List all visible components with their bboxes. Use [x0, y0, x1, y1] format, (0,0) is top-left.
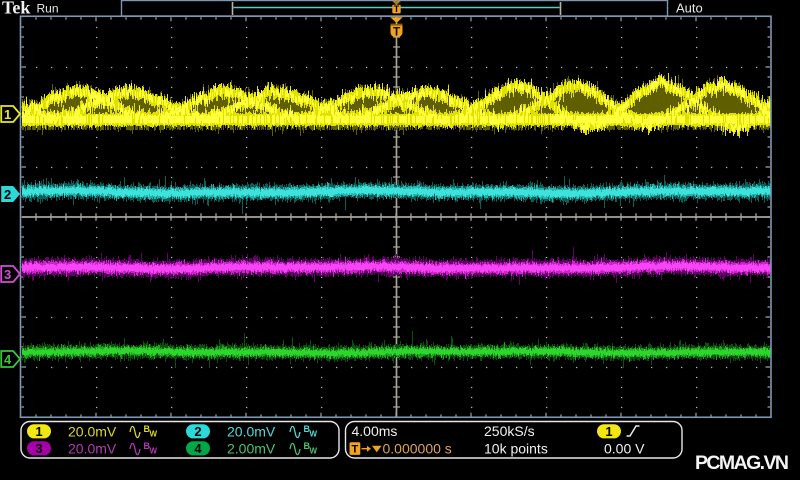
svg-text:T: T [393, 25, 401, 39]
svg-text:1: 1 [605, 424, 612, 439]
svg-text:W: W [310, 430, 318, 439]
svg-text:0.000000 s: 0.000000 s [383, 440, 452, 456]
svg-text:Auto: Auto [676, 1, 703, 16]
svg-text:20.0mV: 20.0mV [227, 423, 276, 439]
svg-text:1: 1 [35, 424, 42, 439]
svg-text:W: W [150, 447, 158, 456]
svg-text:20.0mV: 20.0mV [68, 440, 117, 456]
svg-text:2: 2 [194, 424, 201, 439]
svg-text:Run: Run [37, 2, 59, 16]
svg-text:2.00mV: 2.00mV [227, 440, 276, 456]
svg-text:10k points: 10k points [484, 440, 548, 456]
svg-text:3: 3 [35, 441, 42, 456]
svg-text:Tek: Tek [2, 0, 30, 18]
svg-text:250kS/s: 250kS/s [484, 423, 535, 439]
svg-text:PCMAG.VN: PCMAG.VN [695, 452, 789, 474]
svg-text:W: W [310, 447, 318, 456]
svg-text:T: T [394, 4, 400, 14]
svg-text:1: 1 [4, 107, 11, 122]
svg-text:2: 2 [4, 187, 11, 202]
svg-text:3: 3 [4, 267, 11, 282]
svg-text:T: T [352, 444, 359, 456]
svg-text:0.00 V: 0.00 V [604, 440, 645, 456]
svg-text:4: 4 [4, 352, 12, 367]
svg-text:4.00ms: 4.00ms [352, 423, 398, 439]
svg-text:W: W [150, 430, 158, 439]
svg-text:4: 4 [194, 441, 202, 456]
svg-text:20.0mV: 20.0mV [68, 423, 117, 439]
